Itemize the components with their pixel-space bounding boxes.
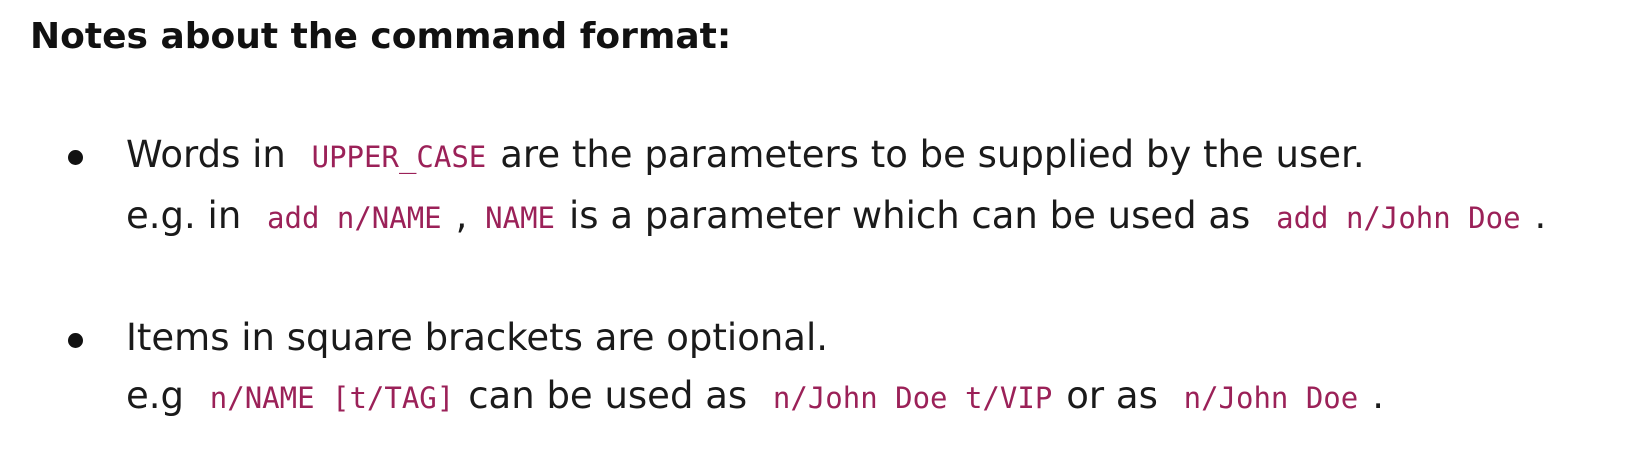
note-text: .: [1534, 194, 1547, 237]
note-text: Words in: [126, 133, 286, 176]
bullet-icon: [68, 150, 83, 165]
note-text: or as: [1066, 374, 1158, 417]
inline-code: n/NAME [t/TAG]: [209, 381, 455, 415]
note-line-example: e.g n/NAME [t/TAG] can be used as n/John …: [126, 371, 1384, 421]
inline-code: add n/NAME: [267, 201, 442, 235]
inline-code: UPPER_CASE: [311, 140, 487, 174]
note-line-example: e.g. in add n/NAME, NAME is a parameter w…: [126, 191, 1546, 241]
note-text: Items in square brackets are optional.: [126, 316, 829, 359]
note-text: ,: [455, 194, 468, 237]
note-text: are the parameters to be supplied by the…: [500, 133, 1365, 176]
inline-code: n/John Doe: [1183, 381, 1359, 415]
inline-code: n/John Doe t/VIP: [772, 381, 1053, 415]
note-text: can be used as: [468, 374, 748, 417]
bullet-icon: [68, 333, 83, 348]
note-text: .: [1372, 374, 1384, 417]
note-text: is a parameter which can be used as: [569, 194, 1251, 237]
inline-code: NAME: [485, 201, 556, 235]
notes-heading: Notes about the command format:: [30, 16, 732, 57]
note-line-main: Items in square brackets are optional.: [126, 313, 828, 363]
inline-code: add n/John Doe: [1276, 201, 1521, 235]
note-text: e.g: [126, 374, 185, 417]
note-line-main: Words in UPPER_CASE are the parameters to…: [126, 130, 1365, 180]
note-text: e.g. in: [126, 194, 242, 237]
